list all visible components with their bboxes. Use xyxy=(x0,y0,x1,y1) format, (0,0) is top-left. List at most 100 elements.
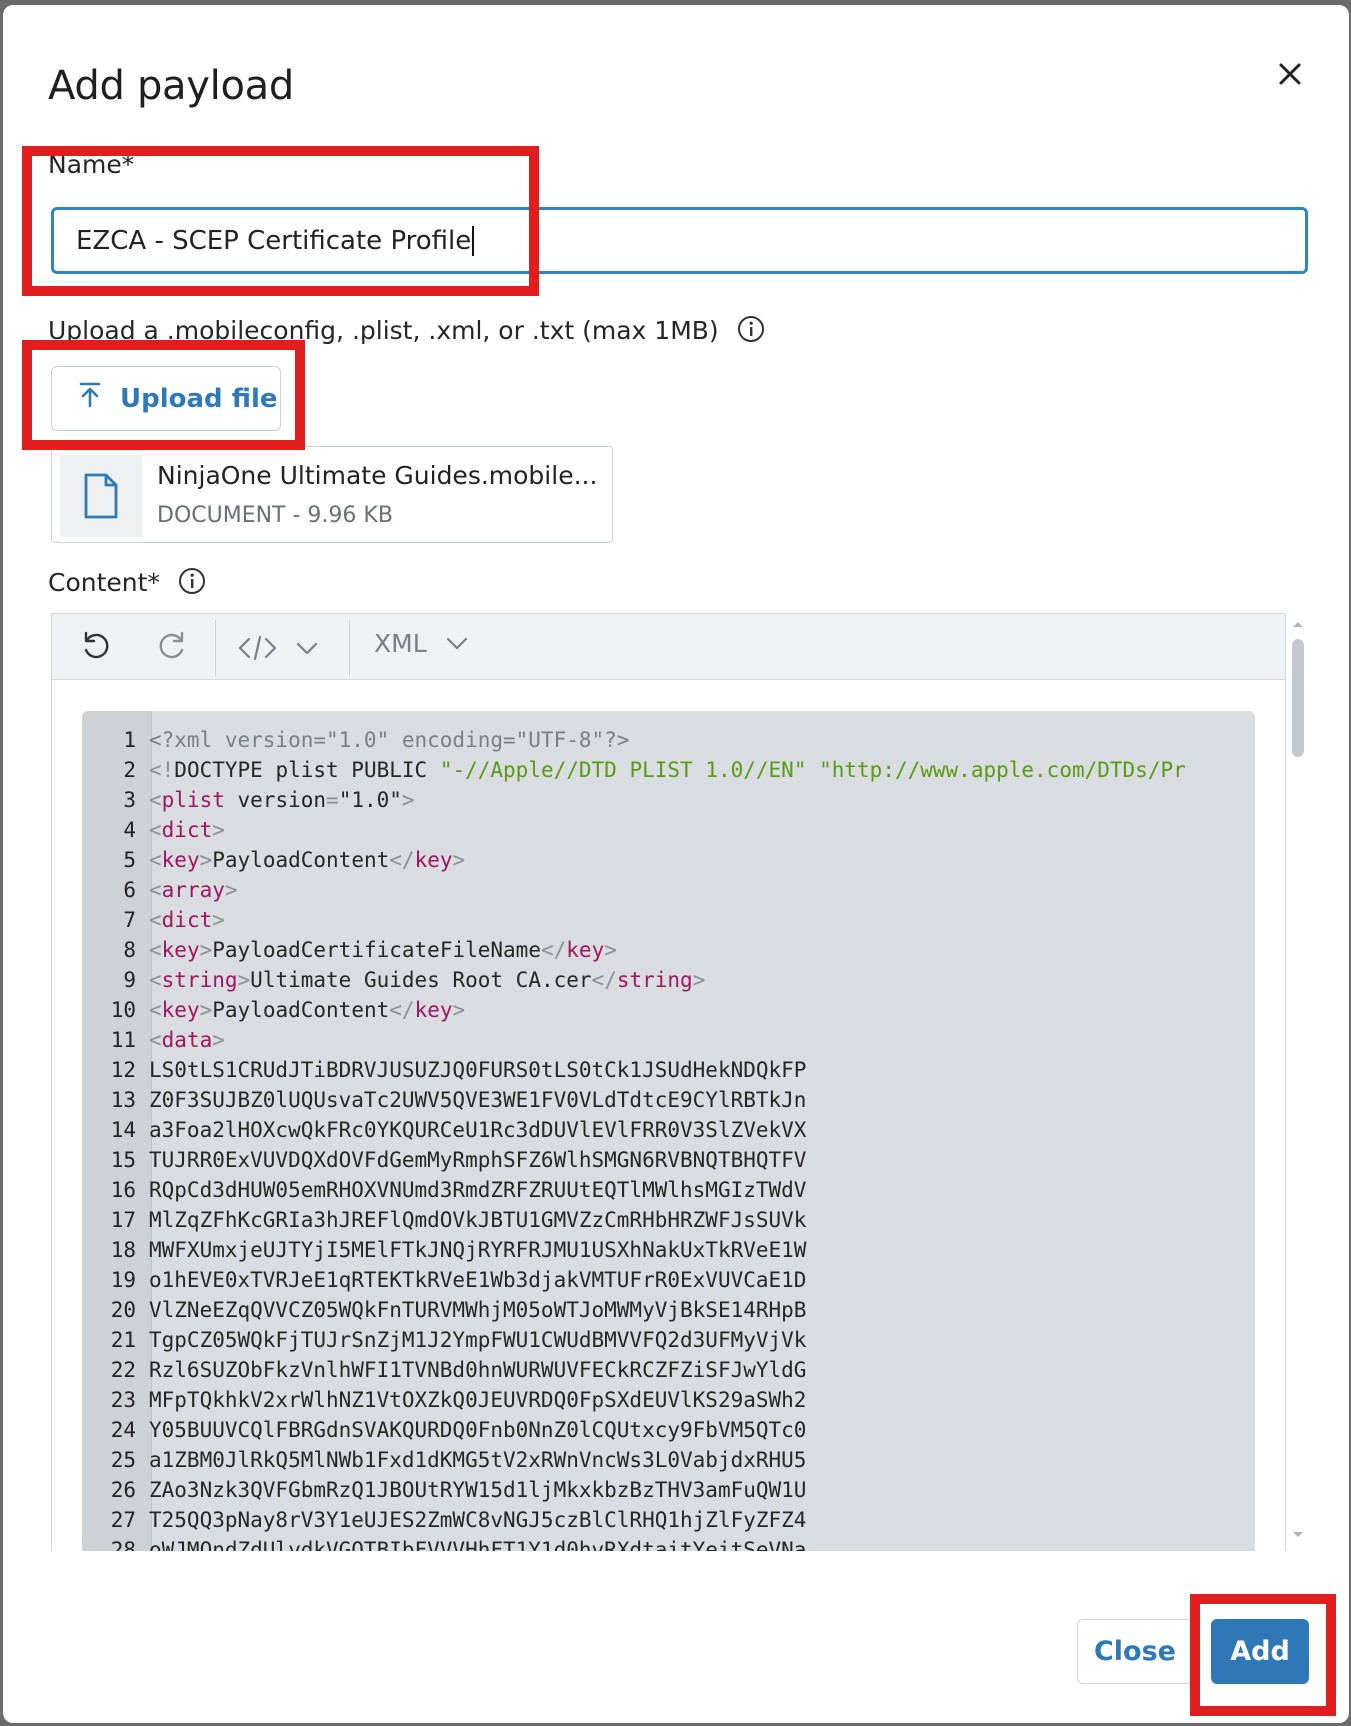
redo-icon[interactable] xyxy=(156,630,188,667)
code-text: <plist version="1.0"> xyxy=(149,785,415,815)
code-token: </ xyxy=(389,998,415,1022)
code-token: DOCTYPE plist PUBLIC xyxy=(174,758,440,782)
code-token: > xyxy=(401,788,415,812)
code-text: <array> xyxy=(149,875,238,905)
code-token: < xyxy=(149,938,162,962)
undo-icon[interactable] xyxy=(80,630,112,667)
line-number: 11 xyxy=(110,1028,136,1052)
code-text: TUJRR0ExVUVDQXdOVFdGemMyRmphSFZ6WlhSMGN6… xyxy=(149,1145,806,1175)
code-line: 13 Z0F3SUJBZ0lUQUsvaTc2UWV5QVE3WE1FV0VLdT… xyxy=(82,1085,1255,1115)
line-number: 28 xyxy=(110,1538,136,1551)
upload-label-row: Upload a .mobileconfig, .plist, .xml, or… xyxy=(48,315,765,349)
code-line: 1 <?xml version="1.0" encoding="UTF-8"?> xyxy=(82,725,1255,755)
language-select[interactable]: XML xyxy=(374,629,473,658)
code-token: < xyxy=(149,788,162,812)
file-name: NinjaOne Ultimate Guides.mobile... xyxy=(157,461,598,490)
code-text: Rzl6SUZObFkzVnlhWFI1TVNBd0hnWURWUVFECkRC… xyxy=(149,1355,806,1385)
line-number: 6 xyxy=(123,878,136,902)
code-text: Y05BUUVCQlFBRGdnSVAKQURDQ0Fnb0NnZ0lCQUtx… xyxy=(149,1415,806,1445)
code-token: PayloadContent xyxy=(212,998,390,1022)
code-token: < xyxy=(149,818,162,842)
code-format-icon[interactable] xyxy=(238,632,328,669)
code-text: T25QQ3pNay8rV3Y1eUJES2ZmWC8vNGJ5czBlClRH… xyxy=(149,1505,806,1535)
info-icon[interactable] xyxy=(737,315,765,349)
line-number: 13 xyxy=(110,1088,136,1112)
document-icon xyxy=(60,455,142,537)
chevron-down-icon xyxy=(446,637,467,649)
close-icon[interactable] xyxy=(1273,57,1307,91)
line-number: 25 xyxy=(110,1448,136,1472)
name-label: Name* xyxy=(48,150,135,179)
code-token: key xyxy=(414,848,453,872)
code-token: "1.0" xyxy=(338,788,402,812)
code-token: > xyxy=(237,968,251,992)
line-number: 26 xyxy=(110,1478,136,1502)
editor-scrollbar[interactable] xyxy=(1289,617,1307,1542)
code-token: array xyxy=(161,878,225,902)
file-meta: DOCUMENT - 9.96 KB xyxy=(157,503,393,528)
code-token: < xyxy=(149,1028,162,1052)
code-line: 2 <!DOCTYPE plist PUBLIC "-//Apple//DTD P… xyxy=(82,755,1255,785)
code-text: VlZNeEZqQVVCZ05WQkFnTURVMWhjM05oWTJoMWMy… xyxy=(149,1295,806,1325)
code-token: "-//Apple//DTD PLIST 1.0//EN" "http://ww… xyxy=(439,758,1186,782)
code-token: ZAo3Nzk3QVFGbmRzQ1JBOUtRYW15d1ljMkxkbzBz… xyxy=(149,1478,807,1502)
code-text: MFpTQkhkV2xrWlhNZ1VtOXZkQ0JEUVRDQ0FpSXdE… xyxy=(149,1385,806,1415)
line-number: 3 xyxy=(123,788,136,812)
code-token: data xyxy=(161,1028,213,1052)
code-token: < xyxy=(149,878,162,902)
code-token: dict xyxy=(161,908,213,932)
upload-file-label: Upload file xyxy=(120,383,278,414)
name-input[interactable]: EZCA - SCEP Certificate Profile xyxy=(51,207,1308,274)
code-line: 12 LS0tLS1CRUdJTiBDRVJUSUZJQ0FURS0tLS0tCk… xyxy=(82,1055,1255,1085)
code-line: 17 MlZqZFhKcGRIa3hJREFlQmdOVkJBTU1GMVZzCm… xyxy=(82,1205,1255,1235)
name-input-value: EZCA - SCEP Certificate Profile xyxy=(76,225,472,256)
code-line: 9 <string>Ultimate Guides Root CA.cer</st… xyxy=(82,965,1255,995)
scroll-thumb[interactable] xyxy=(1292,639,1304,757)
add-button[interactable]: Add xyxy=(1211,1619,1309,1684)
content-info-icon[interactable] xyxy=(178,567,206,601)
code-line: 19 o1hEVE0xTVRJeE1qRTEKTkRVeE1Wb3djakVMTU… xyxy=(82,1265,1255,1295)
code-area[interactable]: 1 <?xml version="1.0" encoding="UTF-8"?> 2… xyxy=(82,711,1255,1551)
upload-arrow-icon xyxy=(78,381,120,416)
code-token: < xyxy=(149,998,162,1022)
code-line: 26 ZAo3Nzk3QVFGbmRzQ1JBOUtRYW15d1ljMkxkbz… xyxy=(82,1475,1255,1505)
text-caret xyxy=(472,225,475,256)
code-token: Ultimate Guides Root CA.cer xyxy=(250,968,592,992)
dialog-title: Add payload xyxy=(48,63,294,109)
toolbar-divider xyxy=(349,620,350,676)
code-token: > xyxy=(199,938,213,962)
code-line: 14 a3Foa2lHOXcwQkFRc0YKQURCeU1Rc3dDUVlEVl… xyxy=(82,1115,1255,1145)
code-token: VlZNeEZqQVVCZ05WQkFnTURVMWhjM05oWTJoMWMy… xyxy=(149,1298,807,1322)
line-number: 21 xyxy=(110,1328,136,1352)
code-token: oWJMOndZdUlydkVGOTBIbFVVVHhFT1Y1d0hvRXdt… xyxy=(149,1538,807,1551)
line-number: 1 xyxy=(123,728,136,752)
code-token: a1ZBM0JlRkQ5MlNWb1Fxd1dKMG5tV2xRWnVncWs3… xyxy=(149,1448,807,1472)
code-line: 18 MWFXUmxjeUJTYjI5MElFTkJNQjRYRFRJMU1USX… xyxy=(82,1235,1255,1265)
code-token: Z0F3SUJBZ0lUQUsvaTc2UWV5QVE3WE1FV0VLdTdt… xyxy=(149,1088,807,1112)
line-number: 27 xyxy=(110,1508,136,1532)
code-token: > xyxy=(199,848,213,872)
scroll-up-icon xyxy=(1293,622,1303,627)
upload-file-button[interactable]: Upload file xyxy=(51,366,281,431)
code-line: 20 VlZNeEZqQVVCZ05WQkFnTURVMWhjM05oWTJoMW… xyxy=(82,1295,1255,1325)
line-number: 12 xyxy=(110,1058,136,1082)
code-token: MlZqZFhKcGRIa3hJREFlQmdOVkJBTU1GMVZzCmRH… xyxy=(149,1208,807,1232)
line-number: 16 xyxy=(110,1178,136,1202)
uploaded-file-card: NinjaOne Ultimate Guides.mobile... DOCUM… xyxy=(51,446,613,543)
code-token: TUJRR0ExVUVDQXdOVFdGemMyRmphSFZ6WlhSMGN6… xyxy=(149,1148,807,1172)
code-text: <key>PayloadContent</key> xyxy=(149,995,465,1025)
line-number: 15 xyxy=(110,1148,136,1172)
close-button[interactable]: Close xyxy=(1077,1619,1193,1684)
code-token: version xyxy=(224,788,327,812)
code-token: PayloadContent xyxy=(212,848,390,872)
language-select-value: XML xyxy=(374,629,427,658)
code-token: RQpCd3dHUW05emRHOXVNUmd3RmdZRFZRUUtEQTlM… xyxy=(149,1178,807,1202)
line-number: 18 xyxy=(110,1238,136,1262)
code-editor[interactable]: XML 1 <?xml version="1.0" encoding="UTF-8… xyxy=(51,613,1286,1551)
code-token: T25QQ3pNay8rV3Y1eUJES2ZmWC8vNGJ5czBlClRH… xyxy=(149,1508,807,1532)
code-text: <key>PayloadCertificateFileName</key> xyxy=(149,935,617,965)
editor-toolbar: XML xyxy=(52,614,1285,680)
code-token: < xyxy=(149,908,162,932)
code-token: MWFXUmxjeUJTYjI5MElFTkJNQjRYRFRJMU1USXhN… xyxy=(149,1238,807,1262)
code-text: oWJMOndZdUlydkVGOTBIbFVVVHhFT1Y1d0hvRXdt… xyxy=(149,1535,806,1551)
